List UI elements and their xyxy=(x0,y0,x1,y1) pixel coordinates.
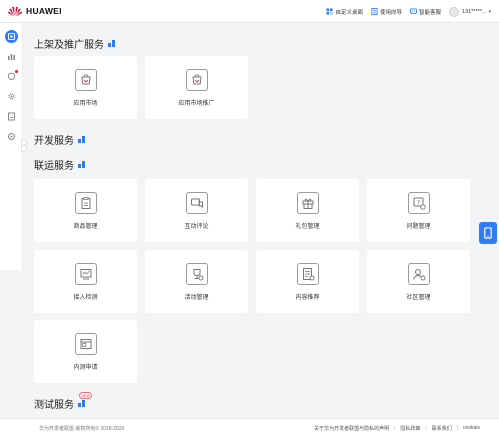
footer-separator: | xyxy=(457,425,458,432)
sidebar-collapse-toggle[interactable]: › xyxy=(21,140,27,152)
card-issue-management[interactable]: ? 问题管理 xyxy=(367,179,470,242)
huawei-logo-icon xyxy=(7,5,23,17)
card-label: 应用市场推广 xyxy=(178,98,214,107)
home-icon xyxy=(7,32,16,41)
card-label: 内测申请 xyxy=(73,362,97,371)
copyright-text: 华为开发者联盟 版权所有© 2018-2020 xyxy=(39,425,124,432)
support-label: 智能客服 xyxy=(419,8,441,16)
footer-link-cookies[interactable]: cookies xyxy=(463,425,480,432)
footer: 华为开发者联盟 版权所有© 2018-2020 关于华为开发者联盟与隐私的声明 … xyxy=(0,418,499,439)
guide-label: 使用向导 xyxy=(380,8,402,16)
section-icon xyxy=(78,136,85,143)
section-title-text: 上架及推广服务 xyxy=(34,36,104,51)
avatar xyxy=(449,7,459,17)
footer-link-privacy-policy[interactable]: 隐私政策 xyxy=(400,425,420,432)
section-title-text: 测试服务 xyxy=(34,396,74,411)
section-title-text: 开发服务 xyxy=(34,132,74,147)
card-product-management[interactable]: 商品管理 xyxy=(34,179,137,242)
section-title-development: 开发服务 xyxy=(34,132,85,147)
section-icon xyxy=(78,161,85,168)
card-app-market-promotion[interactable]: 应用市场推广 xyxy=(145,56,248,119)
comment-icon xyxy=(186,192,208,214)
sidebar-item-home[interactable] xyxy=(5,30,18,43)
clipboard-icon xyxy=(75,192,97,214)
card-label: 商品管理 xyxy=(73,221,97,230)
customize-desktop-label: 自定义桌面 xyxy=(335,8,363,16)
app-market-promotion-icon xyxy=(186,69,208,91)
guide-button[interactable]: 使用向导 xyxy=(371,8,402,16)
issue-icon: ? xyxy=(408,192,430,214)
footer-separator: | xyxy=(394,425,395,432)
card-interactive-reviews[interactable]: 互动评论 xyxy=(145,179,248,242)
top-bar: HUAWEI 自定义桌面 使用向导 智能客服 131*****... ▾ xyxy=(0,0,499,23)
user-settings-icon xyxy=(408,263,430,285)
card-label: 问题管理 xyxy=(406,221,430,230)
chart-icon xyxy=(7,52,16,61)
chevron-down-icon: ▾ xyxy=(488,9,491,15)
new-badge: NEW xyxy=(79,392,92,399)
footer-link-contact-us[interactable]: 联系我们 xyxy=(432,425,452,432)
section-icon xyxy=(78,400,85,407)
footer-separator: | xyxy=(425,425,426,432)
gear-icon xyxy=(7,132,16,141)
user-name: 131*****... xyxy=(462,9,486,15)
gift-icon xyxy=(297,192,319,214)
content-icon xyxy=(297,263,319,285)
notification-dot xyxy=(15,70,18,73)
sidebar-item-chart[interactable] xyxy=(5,50,18,63)
brand[interactable]: HUAWEI xyxy=(7,5,62,17)
monitor-icon xyxy=(75,263,97,285)
support-button[interactable]: 智能客服 xyxy=(410,8,441,16)
phone-icon xyxy=(484,227,492,239)
section-icon xyxy=(108,40,115,47)
sidebar-item-message[interactable] xyxy=(5,70,18,83)
trophy-icon xyxy=(186,263,208,285)
section-title-operations: 联运服务 xyxy=(34,157,85,172)
section-title-testing: 测试服务 xyxy=(34,396,85,411)
footer-link-privacy-statement[interactable]: 关于华为开发者联盟与隐私的声明 xyxy=(314,425,389,432)
user-menu[interactable]: 131*****... ▾ xyxy=(449,7,491,17)
card-activity-management[interactable]: 活动管理 xyxy=(145,250,248,313)
document-icon xyxy=(7,112,16,121)
card-label: 活动管理 xyxy=(184,292,208,301)
svg-text:?: ? xyxy=(416,200,419,207)
sidebar-item-gear[interactable] xyxy=(5,130,18,143)
message-icon xyxy=(7,72,16,81)
support-icon xyxy=(410,8,417,15)
card-label: 接入检测 xyxy=(73,292,97,301)
sidebar-item-document[interactable] xyxy=(5,110,18,123)
sidebar-item-settings[interactable] xyxy=(5,90,18,103)
browser-window-icon xyxy=(75,333,97,355)
mobile-float-button[interactable] xyxy=(479,222,497,244)
card-community-management[interactable]: 社区管理 xyxy=(367,250,470,313)
card-beta-application[interactable]: 内测申请 xyxy=(34,320,137,383)
brand-name: HUAWEI xyxy=(26,6,62,16)
app-market-icon xyxy=(75,69,97,91)
guide-icon xyxy=(371,8,378,15)
sidebar xyxy=(0,23,23,270)
card-app-market[interactable]: 应用市场 xyxy=(34,56,137,119)
card-content-recommendation[interactable]: 内容推荐 xyxy=(256,250,359,313)
card-label: 礼包管理 xyxy=(295,221,319,230)
card-label: 互动评论 xyxy=(184,221,208,230)
card-gift-package[interactable]: 礼包管理 xyxy=(256,179,359,242)
card-access-detection[interactable]: 接入检测 xyxy=(34,250,137,313)
customize-desktop-button[interactable]: 自定义桌面 xyxy=(326,8,363,16)
card-label: 社区管理 xyxy=(406,292,430,301)
section-title-text: 联运服务 xyxy=(34,157,74,172)
settings-gear-icon xyxy=(7,92,16,101)
footer-links: 关于华为开发者联盟与隐私的声明 | 隐私政策 | 联系我们 | cookies xyxy=(309,425,480,432)
customize-desktop-icon xyxy=(326,8,333,15)
card-label: 内容推荐 xyxy=(295,292,319,301)
section-title-listing: 上架及推广服务 xyxy=(34,36,115,51)
card-label: 应用市场 xyxy=(73,98,97,107)
